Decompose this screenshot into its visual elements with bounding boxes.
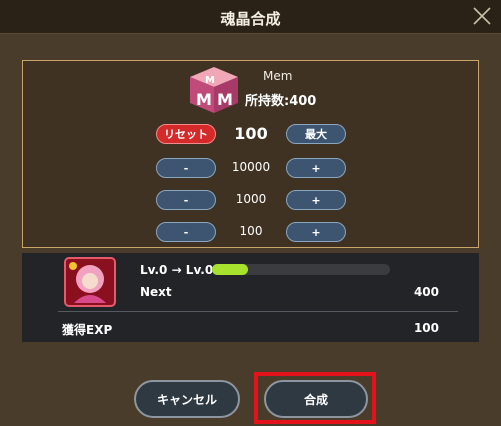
level-change: Lv.0 → Lv.0	[140, 263, 214, 277]
plus-1000-button[interactable]: +	[286, 190, 346, 210]
material-panel: M M M Mem 所持数:400 リセット 100 最大 - 10000 + …	[22, 60, 479, 248]
dialog-header: 魂晶合成	[0, 0, 501, 34]
svg-text:M: M	[196, 90, 212, 109]
cancel-button[interactable]: キャンセル	[134, 380, 240, 418]
character-portrait-icon	[64, 257, 116, 307]
max-button[interactable]: 最大	[286, 124, 346, 144]
item-count: 所持数:400	[245, 94, 317, 109]
step-value: 1000	[235, 192, 267, 206]
exp-progress-bar	[212, 264, 390, 275]
minus-1000-button[interactable]: -	[156, 190, 216, 210]
gain-exp-label: 獲得EXP	[62, 323, 113, 337]
item-name: Mem	[263, 69, 293, 83]
gain-exp-value: 100	[413, 321, 439, 335]
close-icon[interactable]	[471, 5, 493, 27]
dialog-title: 魂晶合成	[220, 10, 281, 28]
exp-panel: Lv.0 → Lv.0 Next 400 獲得EXP 100	[22, 253, 479, 342]
current-amount: 100	[234, 124, 268, 143]
plus-10000-button[interactable]: +	[286, 158, 346, 178]
mem-cube-icon: M M M	[190, 67, 238, 113]
next-label: Next	[140, 285, 172, 299]
svg-text:M: M	[205, 75, 215, 86]
exp-progress-fill	[212, 264, 248, 275]
minus-100-button[interactable]: -	[156, 222, 216, 242]
next-value: 400	[413, 285, 439, 299]
step-value: 10000	[231, 160, 271, 174]
step-value: 100	[239, 224, 263, 238]
reset-button[interactable]: リセット	[156, 124, 216, 144]
highlight-box	[254, 372, 376, 424]
plus-100-button[interactable]: +	[286, 222, 346, 242]
divider	[58, 311, 458, 312]
minus-10000-button[interactable]: -	[156, 158, 216, 178]
svg-text:M: M	[217, 90, 233, 109]
